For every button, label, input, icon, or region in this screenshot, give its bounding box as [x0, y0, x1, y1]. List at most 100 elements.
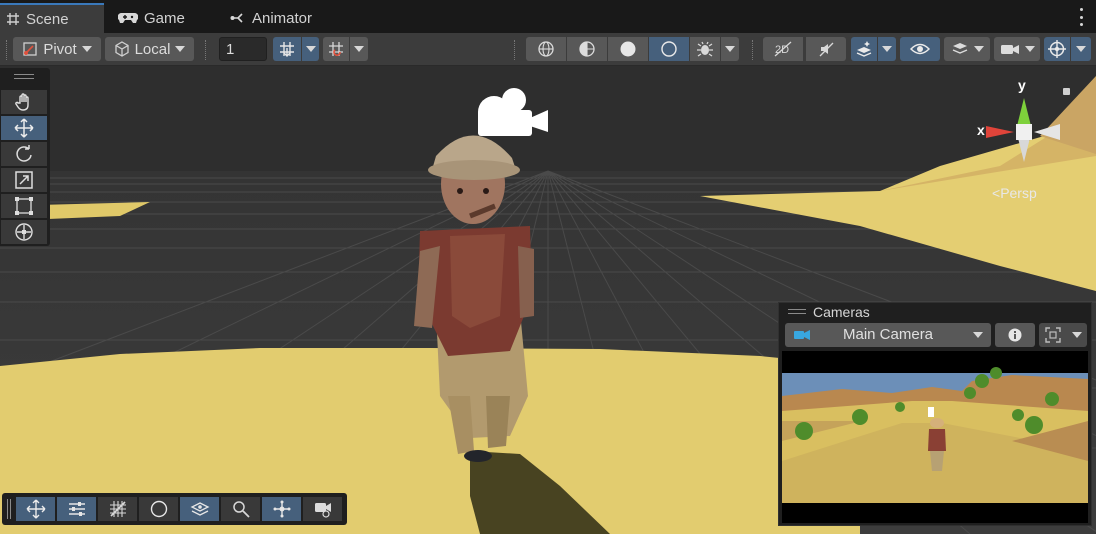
- gizmo-axis-x-label: x: [977, 122, 985, 138]
- search-icon: [232, 501, 250, 518]
- view-tool-button[interactable]: [1, 90, 47, 114]
- move-arrows-icon: [14, 118, 34, 138]
- grid-snap-dropdown[interactable]: [302, 37, 319, 61]
- chevron-down-icon: [725, 46, 735, 52]
- animator-icon: [230, 13, 243, 23]
- more-options-icon[interactable]: [1078, 8, 1084, 26]
- chevron-down-icon: [973, 332, 983, 338]
- move-tool-button[interactable]: [1, 116, 47, 140]
- tab-animator-label: Animator: [252, 9, 313, 27]
- pivot-dropdown[interactable]: Pivot: [13, 37, 101, 61]
- selected-camera-label: Main Camera: [843, 326, 934, 343]
- tab-animator[interactable]: Animator: [224, 3, 344, 33]
- chevron-down-icon: [1076, 46, 1086, 52]
- camera-icon: [1000, 45, 1019, 54]
- info-icon: [1008, 328, 1022, 342]
- projection-toggle[interactable]: <Persp: [992, 185, 1037, 201]
- camera-preview-render: [782, 351, 1088, 523]
- overlay-search-button[interactable]: [221, 497, 260, 521]
- transform-icon: [15, 223, 33, 241]
- projection-label: Persp: [1000, 185, 1037, 201]
- overlay-visibility-button[interactable]: [180, 497, 219, 521]
- chevron-down-icon: [1072, 332, 1082, 338]
- camera-select-dropdown[interactable]: Main Camera: [785, 323, 991, 347]
- eye-icon: [910, 43, 930, 55]
- 2d-icon: 2D: [774, 41, 792, 57]
- layers-icon: [952, 43, 967, 54]
- lock-icon: [1063, 88, 1070, 95]
- navigation-icon: [273, 500, 290, 518]
- overlay-transform-button[interactable]: [16, 497, 55, 521]
- effects-toggle[interactable]: [851, 37, 877, 61]
- increment-snap-icon: [329, 42, 343, 56]
- chevron-down-icon: [1024, 46, 1035, 52]
- audio-toggle[interactable]: [806, 37, 846, 61]
- lighting-toggle[interactable]: [649, 37, 689, 61]
- chevron-down-icon: [305, 46, 316, 52]
- debug-draw-dropdown[interactable]: [721, 37, 739, 61]
- moon-icon: [661, 41, 677, 57]
- effects-layers-icon: [856, 41, 872, 57]
- local-label: Local: [134, 40, 171, 58]
- chevron-down-icon: [973, 46, 984, 52]
- wireframe-shading-button[interactable]: [526, 37, 566, 61]
- grid-snap-toggle[interactable]: [273, 37, 301, 61]
- overlay-grip[interactable]: [7, 499, 11, 519]
- overlay-grip[interactable]: [788, 309, 806, 314]
- rotate-icon: [16, 145, 32, 162]
- increment-snap-dropdown[interactable]: [350, 37, 368, 61]
- cameras-overlay-title: Cameras: [813, 304, 870, 320]
- increment-snap-toggle[interactable]: [323, 37, 349, 61]
- cube-icon: [114, 41, 129, 57]
- rect-tool-button[interactable]: [1, 194, 47, 218]
- frame-icon: [1045, 327, 1061, 343]
- chevron-down-icon: [175, 46, 186, 52]
- overlay-grid-snap-button[interactable]: [98, 497, 137, 521]
- chevron-down-icon: [354, 46, 364, 52]
- overlay-lighting-button[interactable]: [139, 497, 178, 521]
- transform-tool-button[interactable]: [1, 220, 47, 244]
- gizmos-icon: [1048, 40, 1066, 58]
- grid-snap-icon: [280, 42, 294, 57]
- shaded-wireframe-button[interactable]: [567, 37, 607, 61]
- overlay-cameras-button[interactable]: [303, 497, 342, 521]
- chevron-left-icon: <: [992, 185, 1001, 201]
- pivot-icon: [23, 42, 37, 56]
- toolbar-separator: [752, 40, 754, 60]
- layers-dropdown[interactable]: [944, 37, 990, 61]
- grid-snap-value: 1: [226, 40, 235, 58]
- move-arrows-icon: [26, 499, 45, 519]
- scale-tool-button[interactable]: [1, 168, 47, 192]
- overlay-tool-settings-button[interactable]: [57, 497, 96, 521]
- frame-camera-button[interactable]: [1039, 323, 1087, 347]
- audio-muted-icon: [819, 42, 834, 57]
- overlay-grip[interactable]: [14, 74, 34, 79]
- bug-icon: [697, 41, 713, 57]
- debug-draw-mode-button[interactable]: [690, 37, 720, 61]
- toolbar-separator: [205, 40, 207, 60]
- effects-dropdown[interactable]: [878, 37, 896, 61]
- scale-icon: [15, 171, 33, 189]
- scene-camera-dropdown[interactable]: [994, 37, 1040, 61]
- overlay-navigation-button[interactable]: [262, 497, 301, 521]
- rotate-tool-button[interactable]: [1, 142, 47, 166]
- grid-icon: [7, 13, 19, 25]
- camera-eye-icon: [314, 503, 331, 518]
- scene-visibility-toggle[interactable]: [900, 37, 940, 61]
- gizmos-toggle[interactable]: [1044, 37, 1070, 61]
- shaded-button[interactable]: [608, 37, 648, 61]
- gamepad-icon: [118, 12, 138, 23]
- gizmos-dropdown[interactable]: [1071, 37, 1091, 61]
- rect-transform-icon: [15, 197, 33, 215]
- camera-info-button[interactable]: [995, 323, 1035, 347]
- wireframe-sphere-icon: [538, 41, 554, 57]
- tab-game[interactable]: Game: [112, 3, 212, 33]
- tab-scene[interactable]: Scene: [0, 3, 104, 33]
- shaded-sphere-icon: [620, 41, 636, 57]
- grid-snap-input[interactable]: 1: [219, 37, 267, 61]
- 2d-view-toggle[interactable]: 2D: [763, 37, 803, 61]
- scene-toolbar: Pivot Local 1: [0, 33, 1096, 66]
- grid-snap-icon: [109, 501, 126, 517]
- tab-game-label: Game: [144, 9, 185, 27]
- local-dropdown[interactable]: Local: [105, 37, 194, 61]
